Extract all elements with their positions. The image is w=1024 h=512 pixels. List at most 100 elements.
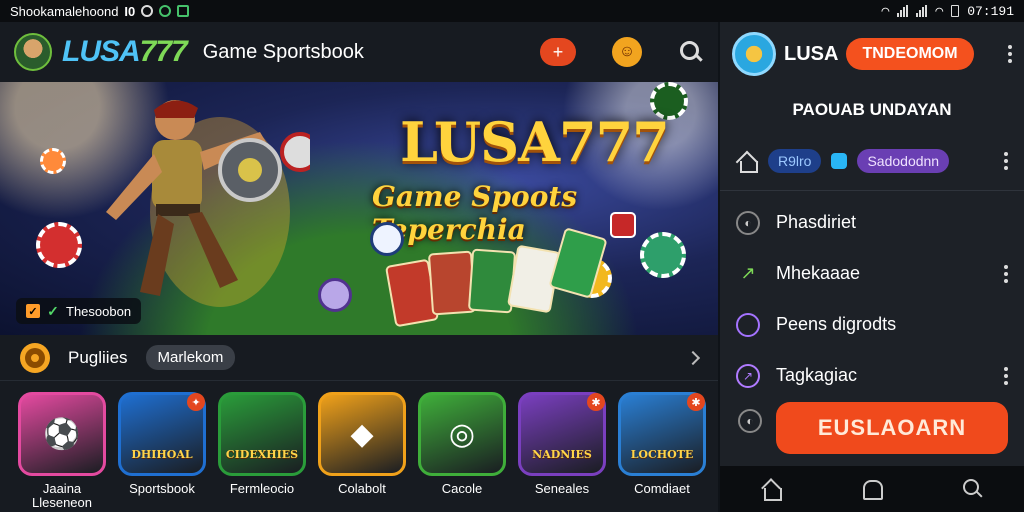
more-icon[interactable] (1004, 366, 1008, 385)
hero-character-illustration (106, 100, 310, 307)
game-tile[interactable]: DHIHOAL ✦ Sportsbook (118, 392, 206, 510)
reward-icon[interactable]: ☺ (612, 37, 642, 67)
tab-second[interactable]: Sadododnn (857, 149, 950, 173)
game-tile[interactable]: CIDEXHIES Fermleocio (218, 392, 306, 510)
bookmark-icon[interactable] (861, 478, 883, 500)
circle-icon (736, 312, 760, 337)
game-art-icon: ⚽ (43, 417, 81, 451)
side-menu: ◐ Phasdiriet ↗ Mhekaaae Peens digrodts ↗… (720, 197, 1024, 401)
category-row: Pugliies Marlekom (0, 335, 718, 381)
game-tile[interactable]: ⚽ Jaaina Lleseneon (18, 392, 106, 510)
more-icon[interactable] (1004, 152, 1008, 170)
menu-item-label: Phasdiriet (776, 212, 857, 232)
game-tile[interactable]: NADNIES ✱ Seneales (518, 392, 606, 510)
hero-badge-label: Thesoobon (66, 303, 132, 319)
side-heading: PAOUAB UNDAYAN (792, 100, 952, 119)
soccer-ball-icon (370, 222, 404, 256)
dice-icon (610, 212, 636, 238)
settings-icon: ◐ (736, 210, 760, 235)
game-tile[interactable]: ◎ Cacole (418, 392, 506, 510)
side-brand: LUSA (784, 42, 839, 65)
game-art-text: NADNIES (532, 448, 592, 461)
game-tile[interactable]: ◆ Colabolt (318, 392, 406, 510)
wifi-icon: ◠ (881, 3, 890, 19)
status-bar: Shookamalehoond I0 ◠ ◠ 07:191 (0, 0, 1024, 22)
main-panel: LUSA777 Game Sportsbook + ☺ LUSA777 Game… (0, 22, 718, 512)
game-art-text: DHIHOAL (131, 448, 193, 461)
settings-icon[interactable]: ◐ (738, 409, 762, 433)
game-art-icon: ◆ (350, 417, 374, 451)
search-icon[interactable] (962, 478, 984, 500)
game-thumbnail[interactable]: LOCHOTE ✱ (618, 392, 706, 476)
game-name: Cacole (441, 481, 483, 496)
game-thumbnail[interactable]: CIDEXHIES (218, 392, 306, 476)
game-thumbnail[interactable]: DHIHOAL ✦ (118, 392, 206, 476)
wifi-icon-2: ◠ (935, 3, 944, 19)
notification-icon (177, 5, 190, 17)
gear-icon[interactable] (20, 342, 50, 373)
bottom-nav (720, 466, 1024, 512)
clock: 07:191 (967, 3, 1014, 19)
poker-chip-icon (36, 222, 82, 268)
link-icon: ↗ (736, 363, 760, 388)
check-icon: ✓ (47, 302, 59, 319)
menu-item-4[interactable]: ↗ Tagkagiac (720, 350, 1024, 401)
sync-icon (141, 5, 154, 17)
search-icon[interactable] (678, 39, 704, 65)
menu-item-2[interactable]: ↗ Mhekaaae (720, 248, 1024, 299)
game-name: Jaaina Lleseneon (32, 481, 92, 510)
add-button[interactable]: + (540, 38, 576, 66)
game-tile[interactable]: LOCHOTE ✱ Comdiaet (618, 392, 706, 510)
battery-icon (951, 5, 960, 17)
game-thumbnail[interactable]: ⚽ (18, 392, 106, 476)
menu-item-label: Mhekaaae (776, 263, 861, 283)
game-art-text: LOCHOTE (630, 448, 694, 461)
hero-subheadline: Game Spoots Teperchia (372, 180, 578, 246)
more-icon[interactable] (1004, 264, 1008, 283)
tab-first[interactable]: R9lro (768, 149, 822, 173)
game-badge-icon: ✦ (187, 393, 205, 411)
game-thumbnail[interactable]: ◆ (318, 392, 406, 476)
game-name: Fermleocio (229, 481, 295, 496)
side-cta-button[interactable]: TNDEOMOM (846, 38, 974, 70)
home-icon[interactable] (760, 478, 782, 501)
game-name: Comdiaet (634, 481, 690, 496)
brand-number: 777 (139, 35, 188, 68)
more-icon[interactable] (1008, 45, 1012, 63)
side-tabs: R9lro Sadododnn (720, 146, 1024, 176)
menu-item-label: Tagkagiac (776, 365, 858, 385)
game-art-text: CIDEXHIES (225, 448, 299, 461)
game-tiles: ⚽ Jaaina Lleseneon DHIHOAL ✦ Sportsbook CIDEX… (18, 392, 706, 510)
chevron-right-icon[interactable] (685, 350, 701, 365)
menu-item-1[interactable]: ◐ Phasdiriet (720, 197, 1024, 248)
game-art-icon: ◎ (448, 417, 476, 451)
status-app-text: Shookamalehoond (10, 3, 119, 19)
hero-banner[interactable]: LUSA777 Game Spoots Teperchia ✓ ✓ Thesoo… (0, 82, 718, 335)
avatar[interactable] (14, 33, 52, 71)
side-panel: LUSA TNDEOMOM PAOUAB UNDAYAN R9lro Sadod… (720, 22, 1024, 512)
check-icon: ✓ (26, 304, 40, 318)
page-title: Game Sportsbook (202, 40, 364, 63)
signal-icon-2 (916, 5, 928, 17)
top-app-bar: LUSA777 Game Sportsbook + ☺ (0, 22, 718, 82)
category-pill[interactable]: Marlekom (145, 345, 236, 370)
signal-icon (897, 5, 909, 17)
side-header: LUSA TNDEOMOM (720, 22, 1024, 86)
game-thumbnail[interactable]: ◎ (418, 392, 506, 476)
game-name: Sportsbook (129, 481, 195, 496)
menu-item-3[interactable]: Peens digrodts (720, 299, 1024, 350)
game-thumbnail[interactable]: NADNIES ✱ (518, 392, 606, 476)
tab-dot-icon[interactable] (831, 153, 848, 169)
side-logo[interactable] (732, 32, 776, 76)
menu-item-label: Peens digrodts (776, 314, 897, 334)
divider (720, 190, 1024, 191)
home-icon[interactable] (736, 151, 758, 173)
primary-action-button[interactable]: EUSLAOARN (776, 402, 1008, 454)
chart-icon: ↗ (740, 263, 756, 283)
brand-prefix: LUSA (62, 35, 141, 68)
game-name: Seneales (534, 481, 590, 496)
category-label: Pugliies (68, 347, 128, 367)
brand-logo[interactable]: LUSA777 (62, 35, 188, 69)
shield-icon (159, 5, 172, 17)
game-badge-icon: ✱ (687, 393, 705, 411)
